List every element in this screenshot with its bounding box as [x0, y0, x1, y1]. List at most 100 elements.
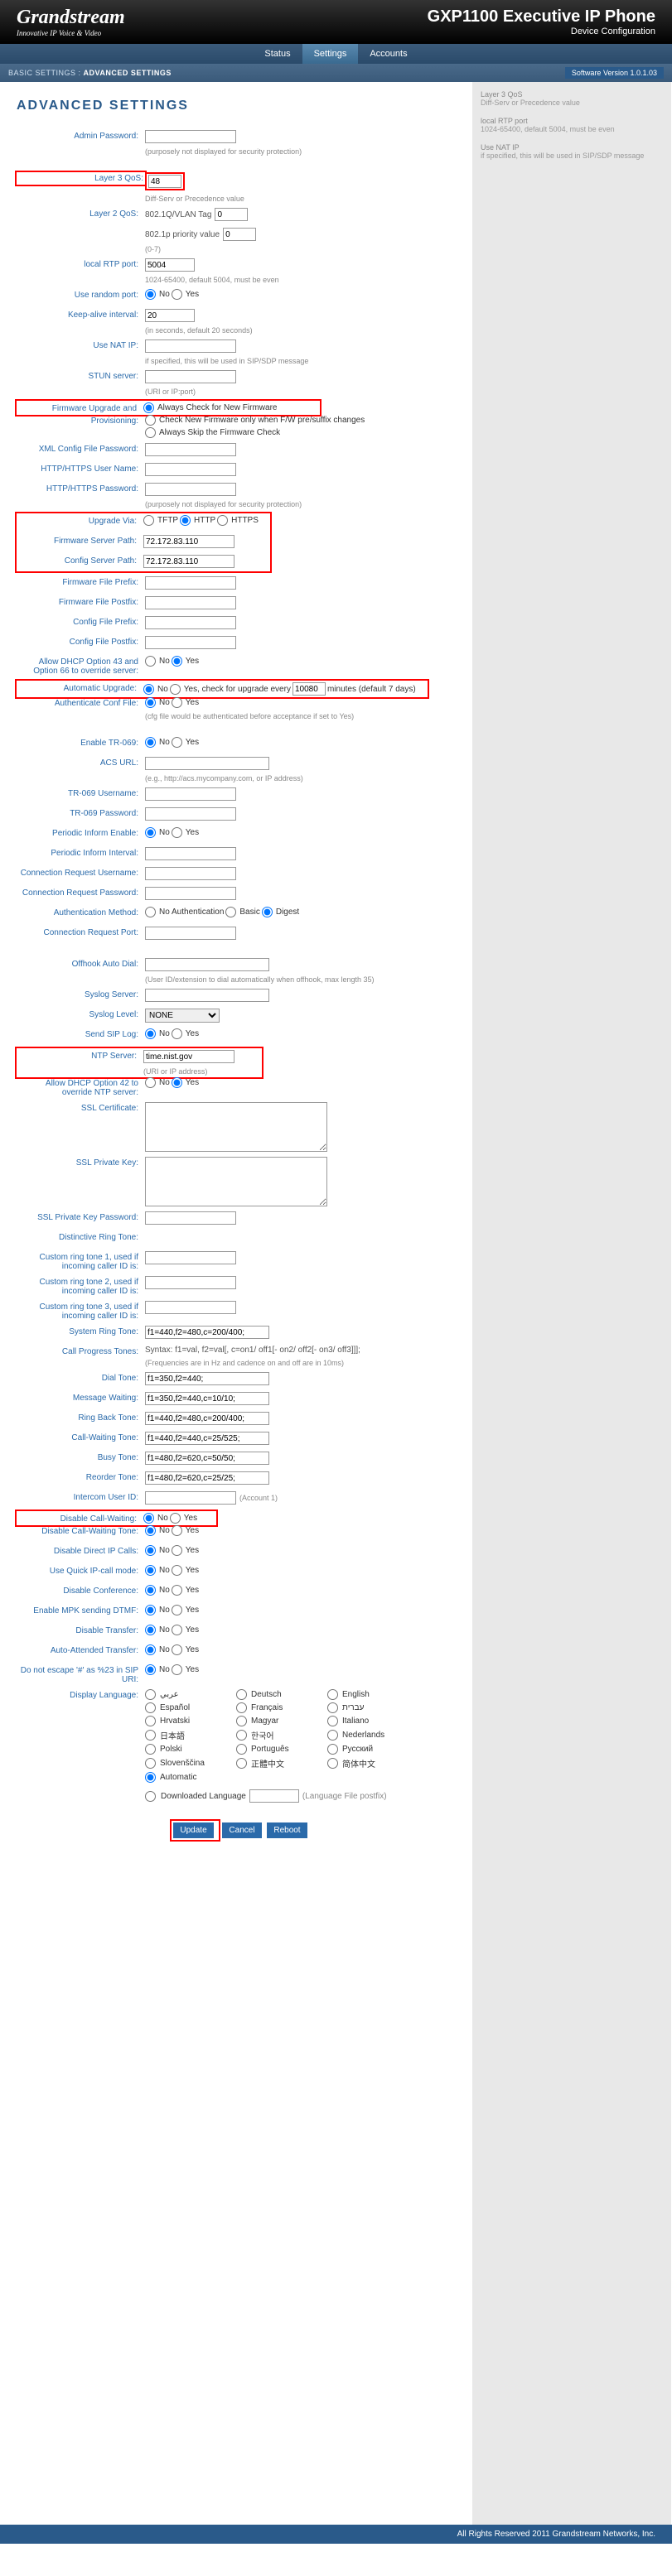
qip-yes[interactable]	[172, 1565, 182, 1576]
lang-option[interactable]: 正體中文	[236, 1757, 319, 1769]
tr-user-input[interactable]	[145, 787, 236, 801]
fw-always-check[interactable]	[143, 402, 154, 413]
mpk-yes[interactable]	[172, 1605, 182, 1615]
lang-radio[interactable]	[236, 1716, 247, 1726]
admin-password-input[interactable]	[145, 130, 236, 143]
ntp-input[interactable]	[143, 1050, 234, 1063]
lang-radio[interactable]	[327, 1758, 338, 1769]
dconf-yes[interactable]	[172, 1585, 182, 1596]
authcfg-yes[interactable]	[172, 697, 182, 708]
stun-input[interactable]	[145, 370, 236, 383]
http-pw-input[interactable]	[145, 483, 236, 496]
fw-server-input[interactable]	[143, 535, 234, 548]
lang-radio[interactable]	[236, 1689, 247, 1700]
periodic-no[interactable]	[145, 827, 156, 838]
vlan-tag-input[interactable]	[215, 208, 248, 221]
dconf-no[interactable]	[145, 1585, 156, 1596]
esc-yes[interactable]	[172, 1664, 182, 1675]
auth-digest[interactable]	[262, 907, 273, 917]
subnav-basic[interactable]: BASIC SETTINGS	[8, 69, 76, 77]
cfg-postfix-input[interactable]	[145, 636, 236, 649]
mpk-no[interactable]	[145, 1605, 156, 1615]
authcfg-no[interactable]	[145, 697, 156, 708]
priority-input[interactable]	[223, 228, 256, 241]
lang-radio[interactable]	[145, 1702, 156, 1713]
lang-option[interactable]: Português	[236, 1744, 319, 1755]
tr069-yes[interactable]	[172, 737, 182, 748]
fw-postfix-input[interactable]	[145, 596, 236, 609]
lang-radio[interactable]	[236, 1744, 247, 1755]
lang-option[interactable]: Magyar	[236, 1716, 319, 1726]
cring1-input[interactable]	[145, 1251, 236, 1264]
lang-radio[interactable]	[327, 1702, 338, 1713]
pinterval-input[interactable]	[145, 847, 236, 860]
aat-no[interactable]	[145, 1644, 156, 1655]
lang-option[interactable]: עברית	[327, 1702, 410, 1713]
nav-status[interactable]: Status	[253, 44, 302, 64]
lang-radio[interactable]	[145, 1730, 156, 1741]
lang-radio[interactable]	[327, 1716, 338, 1726]
lang-radio[interactable]	[145, 1772, 156, 1783]
dtr-yes[interactable]	[172, 1625, 182, 1635]
esc-no[interactable]	[145, 1664, 156, 1675]
update-button[interactable]: Update	[173, 1822, 213, 1838]
reorder-input[interactable]	[145, 1471, 269, 1485]
acs-input[interactable]	[145, 757, 269, 770]
subnav-advanced[interactable]: ADVANCED SETTINGS	[84, 69, 172, 77]
lang-radio[interactable]	[145, 1758, 156, 1769]
lang-option[interactable]: 简体中文	[327, 1757, 410, 1769]
ringback-input[interactable]	[145, 1412, 269, 1425]
cancel-button[interactable]: Cancel	[222, 1822, 261, 1838]
nat-ip-input[interactable]	[145, 339, 236, 353]
nav-settings[interactable]: Settings	[302, 44, 359, 64]
lang-option[interactable]: عربي	[145, 1689, 228, 1700]
auth-basic[interactable]	[225, 907, 236, 917]
lang-option[interactable]: Español	[145, 1702, 228, 1713]
sslkey-input[interactable]	[145, 1157, 327, 1206]
tr069-no[interactable]	[145, 737, 156, 748]
qip-no[interactable]	[145, 1565, 156, 1576]
dial-input[interactable]	[145, 1372, 269, 1385]
dcw-no[interactable]	[143, 1513, 154, 1524]
aat-yes[interactable]	[172, 1644, 182, 1655]
dcwt-no[interactable]	[145, 1525, 156, 1536]
lang-option[interactable]: Français	[236, 1702, 319, 1713]
xml-pw-input[interactable]	[145, 443, 236, 456]
sysring-input[interactable]	[145, 1326, 269, 1339]
fw-check-prefix[interactable]	[145, 415, 156, 426]
auth-none[interactable]	[145, 907, 156, 917]
lang-downloaded[interactable]	[145, 1791, 156, 1802]
sendlog-yes[interactable]	[172, 1028, 182, 1039]
dtr-no[interactable]	[145, 1625, 156, 1635]
busy-input[interactable]	[145, 1452, 269, 1465]
lang-radio[interactable]	[145, 1689, 156, 1700]
fw-skip[interactable]	[145, 427, 156, 438]
cring3-input[interactable]	[145, 1301, 236, 1314]
lang-option[interactable]: 日本語	[145, 1729, 228, 1741]
reboot-button[interactable]: Reboot	[267, 1822, 307, 1838]
random-port-no[interactable]	[145, 289, 156, 300]
dhcp42-yes[interactable]	[172, 1077, 182, 1088]
via-tftp[interactable]	[143, 515, 154, 526]
lang-option[interactable]: Automatic	[145, 1772, 228, 1783]
lang-option[interactable]: 한국어	[236, 1729, 319, 1741]
lang-radio[interactable]	[145, 1744, 156, 1755]
nav-accounts[interactable]: Accounts	[358, 44, 418, 64]
dcwt-yes[interactable]	[172, 1525, 182, 1536]
sendlog-no[interactable]	[145, 1028, 156, 1039]
dcw-yes[interactable]	[170, 1513, 181, 1524]
sslcert-input[interactable]	[145, 1102, 327, 1152]
lang-radio[interactable]	[236, 1758, 247, 1769]
offhook-input[interactable]	[145, 958, 269, 971]
ddip-yes[interactable]	[172, 1545, 182, 1556]
fw-prefix-input[interactable]	[145, 576, 236, 590]
tr-pw-input[interactable]	[145, 807, 236, 821]
lang-option[interactable]: Italiano	[327, 1716, 410, 1726]
lang-radio[interactable]	[327, 1744, 338, 1755]
lang-option[interactable]: Deutsch	[236, 1689, 319, 1700]
via-https[interactable]	[217, 515, 228, 526]
ddip-no[interactable]	[145, 1545, 156, 1556]
cfg-server-input[interactable]	[143, 555, 234, 568]
dhcp42-no[interactable]	[145, 1077, 156, 1088]
dhcp43-no[interactable]	[145, 656, 156, 667]
